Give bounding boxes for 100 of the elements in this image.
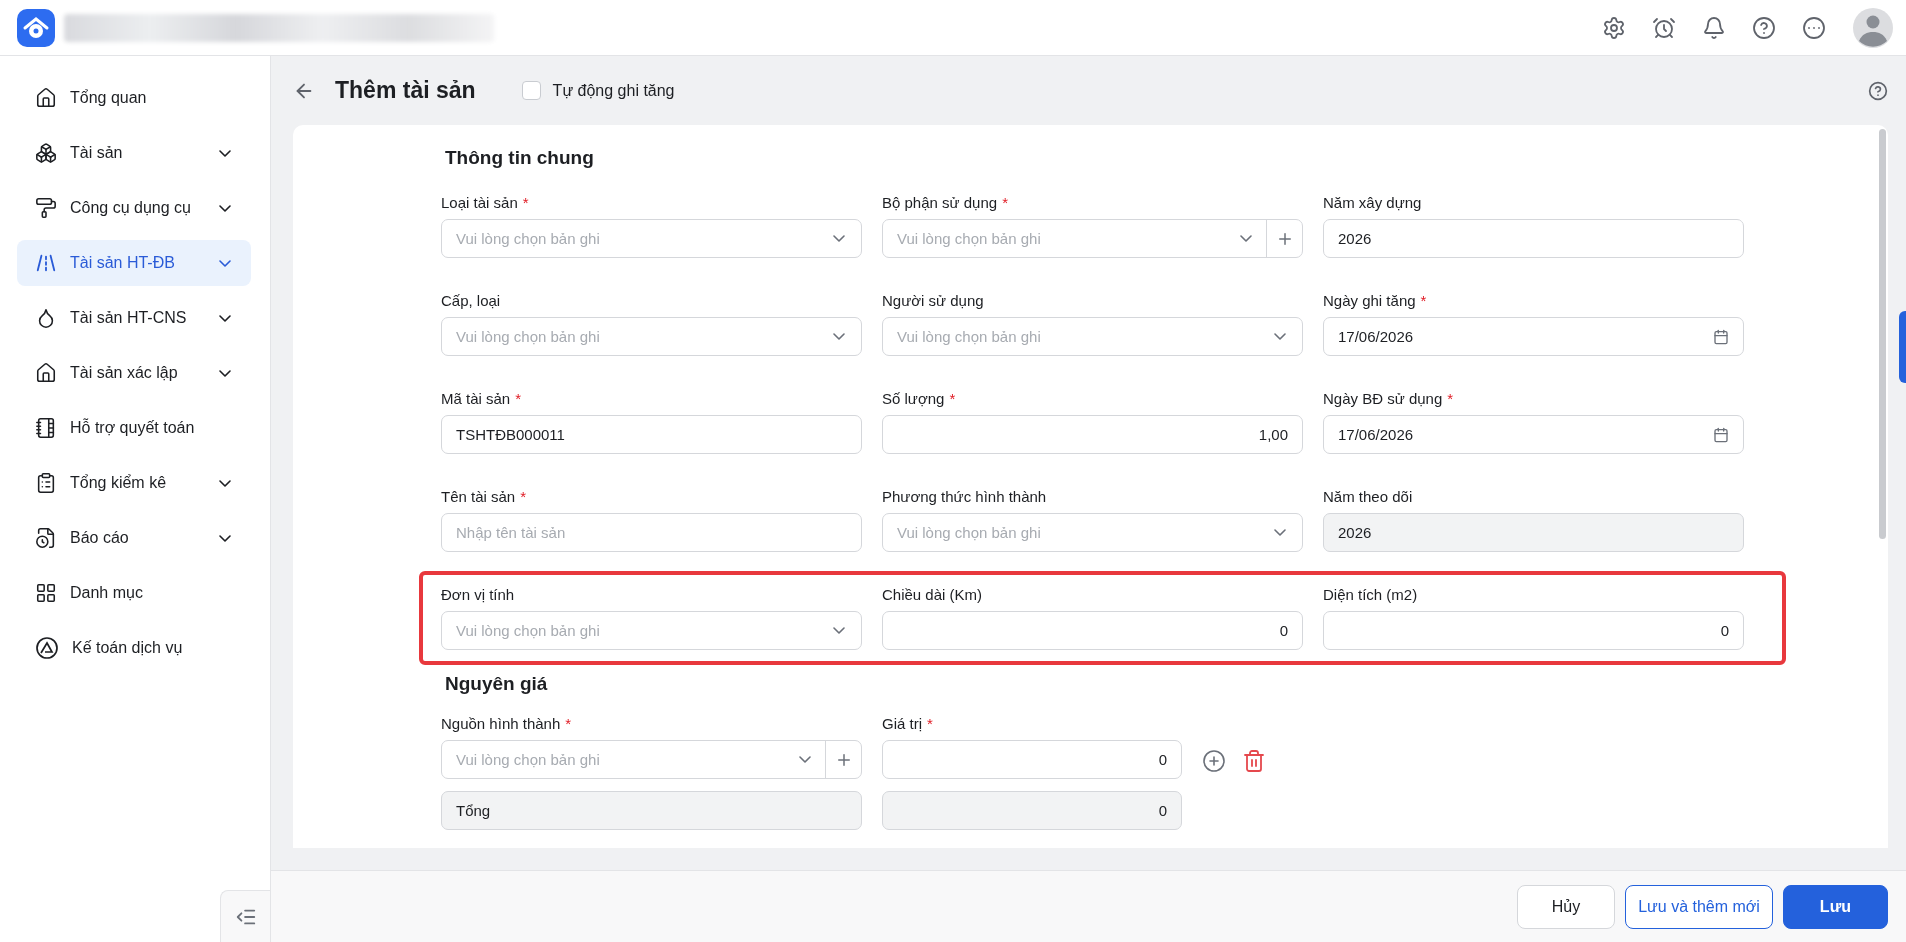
field-value: 0 [1719,622,1730,639]
settings-icon[interactable] [1602,15,1626,40]
field-label: Tên tài sản [441,488,516,505]
input-field[interactable]: TSHTĐB000011 [441,415,862,454]
field-label: Năm theo dõi [1323,488,1413,505]
field-value: 2026 [1337,230,1373,247]
sidebar-item[interactable]: Tài sản [17,130,251,176]
field-label: Giá trị [882,715,922,732]
field-label: Năm xây dựng [1323,194,1422,211]
sidebar-item[interactable]: Báo cáo [17,515,251,561]
sidebar-item[interactable]: Công cụ dụng cụ [17,185,251,231]
input-field[interactable]: 0 [1323,611,1744,650]
sidebar-item[interactable]: Tài sản HT-CNS [17,295,251,341]
field-label: Số lượng [882,390,945,407]
input-field[interactable]: 17/06/2026 [1323,317,1744,356]
field-label: Ngày ghi tăng [1323,292,1416,309]
help-icon[interactable] [1868,80,1888,101]
cancel-button[interactable]: Hủy [1516,884,1616,929]
clipboard-icon [35,472,57,494]
field-label: Phương thức hình thành [882,488,1047,505]
field-placeholder: Vui lòng chọn bản ghi [455,230,601,247]
help-icon[interactable] [1752,15,1776,40]
avatar-icon[interactable] [1852,6,1894,49]
chevron-down-icon [1274,333,1286,340]
field-placeholder: Vui lòng chọn bản ghi [896,328,1042,345]
required-asterisk: * [1420,292,1427,309]
section-title: Thông tin chung [445,147,595,169]
input-field[interactable]: 2026 [1323,219,1744,258]
field-value: 2026 [1337,524,1373,541]
chevron-down-icon [833,235,845,242]
calendar-icon [1713,426,1729,443]
calendar-icon [1713,328,1729,345]
field-value: 17/06/2026 [1337,328,1415,345]
field-value: 17/06/2026 [1337,426,1415,443]
checkbox-label: Tự động ghi tăng [552,81,675,100]
field-label: Bộ phận sử dụng [882,194,998,211]
boxes-icon [35,142,57,164]
field-value: TSHTĐB000011 [455,426,566,443]
triangle-circle-icon [35,636,59,660]
field-value: 0 [1157,802,1168,819]
delete-button[interactable] [1242,748,1266,773]
checkbox[interactable] [521,81,541,100]
required-asterisk: * [565,715,572,732]
required-asterisk: * [949,390,956,407]
field-placeholder: Nhập tên tài sản [455,524,567,541]
input-field[interactable]: 0 [882,611,1303,650]
field-label: Loại tài sản [441,194,518,211]
field-placeholder: Vui lòng chọn bản ghi [455,328,601,345]
field-label: Chiều dài (Km) [882,586,983,603]
required-asterisk: * [1002,194,1008,211]
plus-circle-icon [1202,748,1226,773]
field-placeholder: Vui lòng chọn bản ghi [455,751,601,768]
trash-icon [1242,748,1266,773]
more-icon[interactable] [1802,15,1826,40]
paint-roller-icon [35,197,57,219]
add-row-button[interactable] [1202,748,1226,773]
field-label: Mã tài sản [441,390,511,407]
chevron-down-icon [799,756,811,763]
sidebar-item[interactable]: Hỗ trợ quyết toán [17,405,251,451]
chevron-down-icon [1240,235,1252,242]
chevron-down-icon [833,627,845,634]
home-icon [35,362,57,384]
sidebar-item[interactable]: Tài sản HT-ĐB [17,240,251,286]
home-icon [35,87,57,109]
sidebar-item[interactable]: Tài sản xác lập [17,350,251,396]
field-value: 0 [1157,751,1168,768]
required-asterisk: * [1447,390,1454,407]
report-clock-icon [35,527,57,549]
field-placeholder: Vui lòng chọn bản ghi [455,622,601,639]
sidebar-item[interactable]: Kế toán dịch vụ [17,625,251,671]
required-asterisk: * [927,715,933,732]
field-placeholder: Vui lòng chọn bản ghi [896,230,1042,247]
sidebar-item[interactable]: Danh mục [17,570,251,616]
scrollbar-thumb[interactable] [1879,129,1886,539]
bell-icon[interactable] [1702,15,1726,40]
alarm-clock-icon[interactable] [1652,15,1676,40]
sidebar-item[interactable]: Tổng kiểm kê [17,460,251,506]
section-title: Nguyên giá [445,673,549,695]
required-asterisk: * [515,390,522,407]
app-logo[interactable] [16,7,56,48]
input-field[interactable]: 0 [882,740,1182,779]
field-label: Người sử dụng [882,292,984,309]
save-and-new-button[interactable]: Lưu và thêm mới [1625,884,1773,929]
save-button[interactable]: Lưu [1782,884,1888,929]
field-label: Ngày BĐ sử dụng [1323,390,1443,407]
chevron-down-icon [833,333,845,340]
grid-icon [35,582,57,604]
field-value: 1,00 [1257,426,1289,443]
side-tab[interactable] [1899,311,1906,383]
required-asterisk: * [520,488,527,505]
input-field[interactable]: 17/06/2026 [1323,415,1744,454]
field-label: Diện tích (m2) [1323,586,1418,603]
field-label: Đơn vị tính [441,586,515,603]
required-asterisk: * [522,194,529,211]
sidebar-item[interactable]: Tổng quan [17,75,251,121]
field-value: Tổng [455,802,492,819]
field-value: 0 [1278,622,1289,639]
page-title: Thêm tài sản [335,77,476,104]
collapse-sidebar-button[interactable] [220,890,270,942]
input-field[interactable]: 1,00 [882,415,1303,454]
